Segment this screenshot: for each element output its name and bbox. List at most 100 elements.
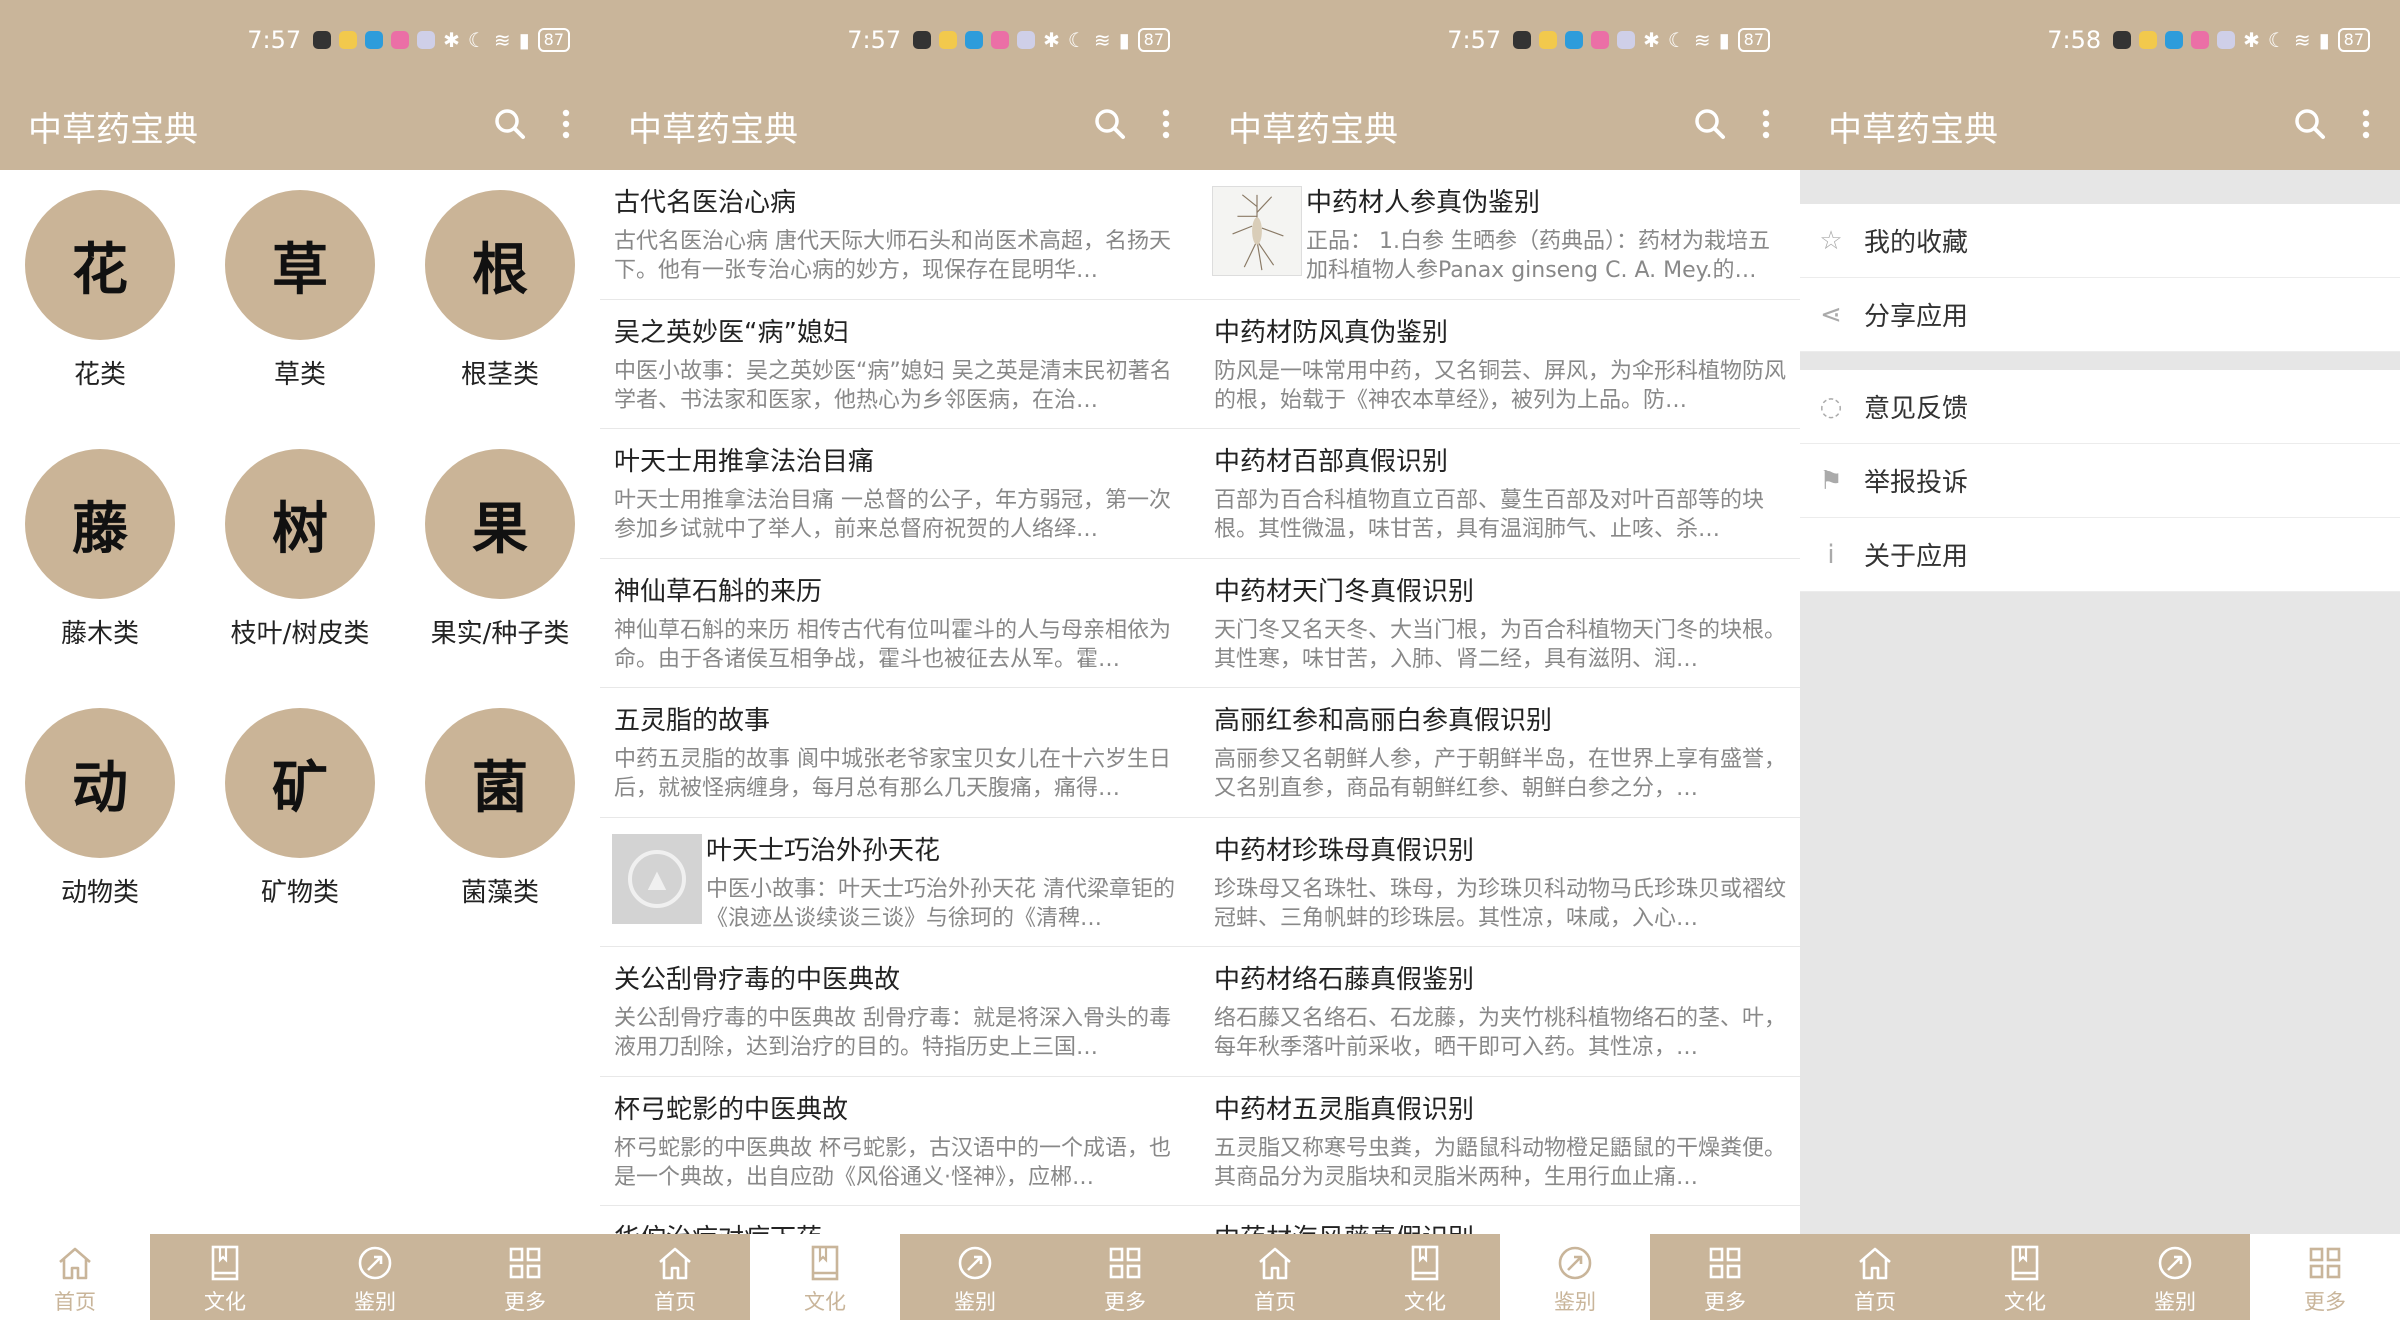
category-item[interactable]: 菌菌藻类 — [400, 708, 600, 909]
category-item[interactable]: 根根茎类 — [400, 190, 600, 391]
list-item[interactable]: 中药材百部真假识别 百部为百合科植物直立百部、蔓生百部及对叶百部等的块根。其性微温… — [1200, 429, 1800, 559]
menu-item[interactable]: ⚑ 举报投诉 — [1800, 444, 2400, 518]
more-vert-icon[interactable] — [2346, 104, 2386, 144]
list-item[interactable]: ▲ 叶天士巧治外孙天花 中医小故事：叶天士巧治外孙天花 清代梁章钜的《浪迹丛谈续谈三… — [600, 818, 1200, 947]
category-label: 根茎类 — [460, 360, 539, 390]
tab-home[interactable]: 首页 — [1200, 1234, 1350, 1320]
item-summary: 天门冬又名天冬、大当门根，为百合科植物天门冬的块根。其性寒，味甘苦，入肺、肾二经… — [1214, 617, 1786, 672]
bluetooth-icon: ✱ — [1643, 28, 1660, 52]
grid-icon — [2302, 1240, 2348, 1286]
tab-label: 首页 — [54, 1290, 96, 1314]
category-item[interactable]: 藤藤木类 — [0, 449, 200, 650]
home-icon — [52, 1240, 98, 1286]
category-item[interactable]: 果果实/种子类 — [400, 449, 600, 650]
category-grid: 花花类草草类根根茎类藤藤木类树枝叶/树皮类果果实/种子类动动物类矿矿物类菌菌藻类 — [0, 190, 600, 909]
more-vert-icon[interactable] — [1146, 104, 1186, 144]
search-icon[interactable] — [1690, 104, 1730, 144]
tab-identify[interactable]: 鉴别 — [300, 1234, 450, 1320]
qq-notify-icon — [313, 31, 332, 49]
tab-identify[interactable]: 鉴别 — [2100, 1234, 2250, 1320]
list-item[interactable]: 中药材天门冬真假识别 天门冬又名天冬、大当门根，为百合科植物天门冬的块根。其性寒，… — [1200, 559, 1800, 688]
moon-icon: ☾ — [2267, 28, 2286, 52]
tab-more[interactable]: 更多 — [2250, 1234, 2400, 1320]
signal-icon: ▮ — [2318, 28, 2330, 52]
compass-icon — [952, 1240, 998, 1286]
item-summary: 中医小故事：吴之英妙医“病”媳妇 吴之英是清末民初著名学者、书法家和医家，他热心… — [614, 358, 1172, 413]
item-title: 关公刮骨疗毒的中医典故 — [614, 965, 901, 995]
status-time: 7:57 — [1447, 26, 1502, 54]
list-item[interactable]: 叶天士用推拿法治目痛 叶天士用推拿法治目痛 一总督的公子，年方弱冠，第一次参加乡试… — [600, 429, 1200, 559]
menu-item-label: 意见反馈 — [1864, 394, 1969, 424]
item-title: 五灵脂的故事 — [614, 706, 771, 736]
more-vert-icon[interactable] — [546, 104, 586, 144]
list-item[interactable]: 中药材防风真伪鉴别 防风是一味常用中药，又名铜芸、屏风，为伞形科植物防风的根，始载… — [1200, 300, 1800, 429]
app-title: 中草药宝典 — [28, 110, 198, 150]
search-icon[interactable] — [490, 104, 530, 144]
tab-identify[interactable]: 鉴别 — [900, 1234, 1050, 1320]
list-item[interactable]: 关公刮骨疗毒的中医典故 关公刮骨疗毒的中医典故 刮骨疗毒：就是将深入骨头的毒液用刀… — [600, 947, 1200, 1077]
compass-icon — [352, 1240, 398, 1286]
more-vert-icon[interactable] — [1746, 104, 1786, 144]
tab-culture[interactable]: 文化 — [150, 1234, 300, 1320]
list-item[interactable]: 吴之英妙医“病”媳妇 中医小故事：吴之英妙医“病”媳妇 吴之英是清末民初著名学者、… — [600, 300, 1200, 429]
search-icon[interactable] — [1090, 104, 1130, 144]
item-title: 中药材百部真假识别 — [1214, 447, 1449, 477]
moon-icon: ☾ — [1667, 28, 1686, 52]
chat-notify-icon — [1565, 31, 1584, 49]
wifi-icon: ≋ — [1093, 28, 1111, 52]
menu-item[interactable]: ◌ 意见反馈 — [1800, 370, 2400, 444]
category-label: 动物类 — [60, 878, 139, 908]
search-icon[interactable] — [2290, 104, 2330, 144]
tab-identify[interactable]: 鉴别 — [1500, 1234, 1650, 1320]
tab-home[interactable]: 首页 — [600, 1234, 750, 1320]
tab-culture[interactable]: 文化 — [1950, 1234, 2100, 1320]
app-title: 中草药宝典 — [1228, 110, 1398, 150]
tab-label: 更多 — [1104, 1290, 1146, 1314]
category-item[interactable]: 矿矿物类 — [200, 708, 400, 909]
tab-home[interactable]: 首页 — [0, 1234, 150, 1320]
bottom-nav: 首页 文化 鉴别 更多 — [1200, 1234, 1800, 1320]
screen-more: 7:58 ✱ ☾ ≋ ▮ 87 中草药宝典 ☆ 我的收藏 ⋖ 分享应用 ◌ 意见反馈 ⚑ 举… — [1800, 0, 2400, 1320]
list-item[interactable]: 中药材珍珠母真假识别 珍珠母又名珠牡、珠母，为珍珠贝科动物马氏珍珠贝或褶纹冠蚌、三… — [1200, 818, 1800, 947]
list-item[interactable]: 高丽红参和高丽白参真假识别 高丽参又名朝鲜人参，产于朝鲜半岛，在世界上享有盛誉，又… — [1200, 688, 1800, 818]
menu-item-label: 分享应用 — [1864, 302, 1969, 332]
wifi-icon: ≋ — [2293, 28, 2311, 52]
menu-item[interactable]: i 关于应用 — [1800, 518, 2400, 592]
list-item[interactable]: 古代名医治心病 古代名医治心病 唐代天际大师石头和尚医术高超，名扬天下。他有一张专… — [600, 170, 1200, 300]
book-icon — [1402, 1240, 1448, 1286]
category-item[interactable]: 草草类 — [200, 190, 400, 391]
list-item[interactable]: 中药材海风藤真假识别 — [1200, 1206, 1800, 1234]
status-time: 7:57 — [847, 26, 902, 54]
tab-more[interactable]: 更多 — [1050, 1234, 1200, 1320]
item-title: 中药材人参真伪鉴别 — [1306, 188, 1541, 218]
category-item[interactable]: 花花类 — [0, 190, 200, 391]
chat-notify-icon — [365, 31, 384, 49]
tab-home[interactable]: 首页 — [1800, 1234, 1950, 1320]
list-item[interactable]: 中药材络石藤真假鉴别 络石藤又名络石、石龙藤，为夹竹桃科植物络石的茎、叶，每年秋季… — [1200, 947, 1800, 1077]
tab-label: 文化 — [804, 1290, 846, 1314]
tab-more[interactable]: 更多 — [450, 1234, 600, 1320]
book-icon — [202, 1240, 248, 1286]
category-item[interactable]: 树枝叶/树皮类 — [200, 449, 400, 650]
mountain-icon: ▲ — [628, 849, 686, 908]
list-item[interactable]: 华佗治疗对症下药 — [600, 1206, 1200, 1234]
item-title: 叶天士巧治外孙天花 — [706, 835, 941, 866]
tab-label: 首页 — [1854, 1290, 1896, 1314]
tab-culture[interactable]: 文化 — [1350, 1234, 1500, 1320]
list-item[interactable]: 中药材人参真伪鉴别 正品： 1.白参 生晒参（药典品）：药材为栽培五加科植物人参P… — [1200, 170, 1800, 300]
list-item[interactable]: 五灵脂的故事 中药五灵脂的故事 阆中城张老爷家宝贝女儿在十六岁生日后，就被怪病缠身… — [600, 688, 1200, 818]
tab-culture[interactable]: 文化 — [750, 1234, 900, 1320]
item-summary: 络石藤又名络石、石龙藤，为夹竹桃科植物络石的茎、叶，每年秋季落叶前采收，晒干即可… — [1214, 1006, 1786, 1060]
item-summary: 神仙草石斛的来历 相传古代有位叫霍斗的人与母亲相依为命。由于各诸侯互相争战，霍斗… — [614, 617, 1171, 672]
menu-item[interactable]: ⋖ 分享应用 — [1800, 278, 2400, 352]
list-item[interactable]: 神仙草石斛的来历 神仙草石斛的来历 相传古代有位叫霍斗的人与母亲相依为命。由于各诸… — [600, 559, 1200, 688]
screen-culture: 7:57 ✱ ☾ ≋ ▮ 87 中草药宝典 古代名医治心病 古代名医治心病 唐代天… — [600, 0, 1200, 1320]
list-item[interactable]: 中药材五灵脂真假识别 五灵脂又称寒号虫粪，为鼯鼠科动物橙足鼯鼠的干燥粪便。其商品分… — [1200, 1077, 1800, 1206]
category-item[interactable]: 动动物类 — [0, 708, 200, 909]
info-icon: i — [1827, 539, 1835, 570]
tab-label: 文化 — [1404, 1290, 1446, 1314]
category-label: 菌藻类 — [460, 878, 539, 908]
menu-item[interactable]: ☆ 我的收藏 — [1800, 204, 2400, 278]
tab-more[interactable]: 更多 — [1650, 1234, 1800, 1320]
list-item[interactable]: 杯弓蛇影的中医典故 杯弓蛇影的中医典故 杯弓蛇影，古汉语中的一个成语，也是一个典故… — [600, 1077, 1200, 1206]
